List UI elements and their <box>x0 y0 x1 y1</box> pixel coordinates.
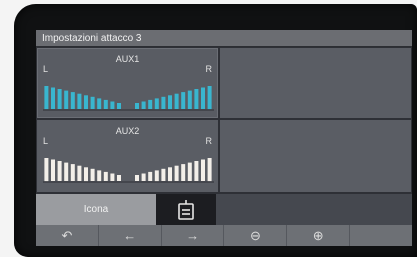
aux1-left-segment <box>44 86 49 110</box>
aux2-right-segment <box>148 171 153 181</box>
aux1-left-segment <box>97 98 102 110</box>
aux2-right-segment <box>168 167 172 182</box>
aux1-left-segment <box>110 101 115 109</box>
aux2-right-segment <box>154 170 159 182</box>
aux2-right-segment <box>161 168 166 181</box>
right-arrow-button[interactable]: → <box>162 225 225 246</box>
icon-label[interactable]: Icona <box>36 194 156 225</box>
aux1-left-segment <box>84 95 88 110</box>
aux2-left-segment <box>70 164 75 181</box>
aux2-right-segment <box>194 161 199 181</box>
aux2-right-segment <box>181 164 186 181</box>
aux2-right-segment <box>141 173 146 181</box>
window-title: Impostazioni attacco 3 <box>36 30 412 47</box>
aux2-level-meter <box>43 158 214 183</box>
aux1-right-segment <box>154 98 159 110</box>
plus-button[interactable]: ⊕ <box>287 225 351 246</box>
aux2-left-segment <box>64 162 69 181</box>
aux1-left-segment <box>90 96 95 109</box>
minus-button[interactable]: ⊖ <box>224 225 288 246</box>
aux2-left-segment <box>77 165 82 181</box>
attachment-icon <box>178 199 194 220</box>
empty-nav-button[interactable] <box>350 225 412 246</box>
aux1-right-segment <box>141 101 146 109</box>
aux2-panel[interactable]: AUX2 L R <box>36 119 219 193</box>
aux2-right-segment <box>187 162 192 181</box>
screen: Impostazioni attacco 3 AUX1 L R AUX2 L R… <box>36 30 412 246</box>
aux1-right-segment <box>148 99 153 109</box>
aux1-left-segment <box>64 90 69 109</box>
aux2-right-panel[interactable] <box>219 119 412 193</box>
aux1-right-panel[interactable] <box>219 47 412 119</box>
aux2-right-segment <box>207 158 212 182</box>
aux1-right-segment <box>161 96 166 109</box>
aux2-right-segment <box>201 159 205 181</box>
aux1-right-segment <box>187 90 192 109</box>
aux1-right-segment <box>135 103 139 109</box>
aux2-left-segment <box>117 175 121 181</box>
aux1-right-segment <box>181 92 186 109</box>
aux1-right-segment <box>207 86 212 110</box>
aux1-left-segment <box>117 103 121 109</box>
aux1-left-segment <box>77 93 82 109</box>
aux1-left-segment <box>103 99 108 109</box>
aux2-left-segment <box>90 168 95 181</box>
aux1-left-segment <box>70 92 75 109</box>
aux2-left-segment <box>110 173 115 181</box>
tractor-attachment-icon[interactable] <box>156 194 216 225</box>
aux2-right-segment <box>135 175 139 181</box>
aux2-left-segment <box>51 159 55 181</box>
aux1-left-segment <box>51 87 55 109</box>
aux1-right-segment <box>168 95 172 110</box>
aux2-left-segment <box>103 171 108 181</box>
aux1-left-segment <box>57 89 62 109</box>
aux1-right-segment <box>194 89 199 109</box>
bottom-nav: ↶ ← → ⊖ ⊕ <box>36 225 412 246</box>
aux2-right-segment <box>174 165 179 181</box>
back-button[interactable]: ↶ <box>36 225 99 246</box>
aux2-left-segment <box>97 170 102 182</box>
aux2-left-segment <box>84 167 88 182</box>
icon-row-empty <box>216 194 412 225</box>
aux2-left-segment <box>57 161 62 181</box>
left-arrow-button[interactable]: ← <box>99 225 162 246</box>
icon-row: Icona <box>36 193 412 225</box>
aux1-level-meter <box>43 86 214 111</box>
aux1-panel[interactable]: AUX1 L R <box>36 47 219 119</box>
aux1-right-segment <box>201 87 205 109</box>
aux1-right-segment <box>174 93 179 109</box>
aux2-left-segment <box>44 158 49 182</box>
